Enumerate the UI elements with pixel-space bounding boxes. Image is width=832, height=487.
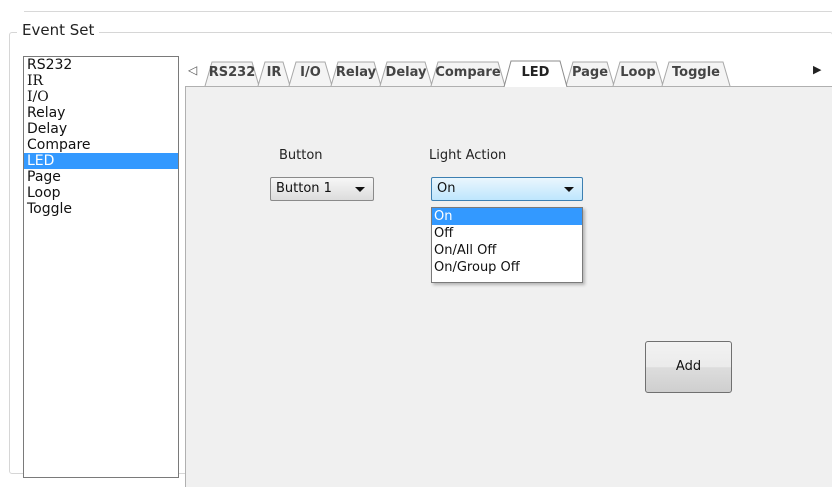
button-select-value: Button 1 bbox=[276, 181, 332, 196]
light-action-select[interactable]: On bbox=[431, 177, 583, 201]
list-item-rs232[interactable]: RS232 bbox=[24, 57, 178, 73]
option-on-group-off[interactable]: On/Group Off bbox=[432, 259, 582, 276]
tab-loop[interactable]: Loop bbox=[612, 61, 664, 86]
light-action-select-value: On bbox=[437, 181, 456, 196]
tab-page[interactable]: Page bbox=[565, 61, 615, 86]
list-item-page[interactable]: Page bbox=[24, 169, 178, 185]
triangle-left-icon[interactable]: ◁ bbox=[188, 63, 197, 77]
led-tab-panel bbox=[185, 86, 832, 487]
option-on[interactable]: On bbox=[432, 208, 582, 225]
tab-compare[interactable]: Compare bbox=[430, 61, 506, 86]
chevron-down-icon bbox=[355, 187, 365, 192]
tab-strip: ◁ RS232 IR I/O Relay Delay Compare Page … bbox=[185, 60, 832, 87]
list-item-compare[interactable]: Compare bbox=[24, 137, 178, 153]
tab-delay[interactable]: Delay bbox=[379, 61, 433, 86]
list-item-relay[interactable]: Relay bbox=[24, 105, 178, 121]
button-select[interactable]: Button 1 bbox=[270, 177, 374, 201]
triangle-right-icon[interactable]: ▶ bbox=[813, 63, 821, 76]
light-action-label: Light Action bbox=[429, 148, 507, 163]
top-divider bbox=[24, 11, 832, 12]
list-item-led[interactable]: LED bbox=[24, 153, 178, 169]
event-list[interactable]: RS232 IR I/O Relay Delay Compare LED Pag… bbox=[23, 56, 179, 478]
add-button[interactable]: Add bbox=[645, 341, 732, 393]
list-item-ir[interactable]: IR bbox=[24, 73, 178, 89]
option-off[interactable]: Off bbox=[432, 225, 582, 242]
list-item-loop[interactable]: Loop bbox=[24, 185, 178, 201]
tab-rs232[interactable]: RS232 bbox=[204, 61, 260, 86]
tab-io[interactable]: I/O bbox=[288, 61, 333, 86]
tab-relay[interactable]: Relay bbox=[330, 61, 382, 86]
tab-ir[interactable]: IR bbox=[257, 61, 291, 86]
list-item-io[interactable]: I/O bbox=[24, 89, 178, 105]
tab-toggle[interactable]: Toggle bbox=[661, 61, 731, 86]
list-item-delay[interactable]: Delay bbox=[24, 121, 178, 137]
option-on-all-off[interactable]: On/All Off bbox=[432, 242, 582, 259]
group-title: Event Set bbox=[17, 21, 100, 39]
button-label: Button bbox=[279, 148, 323, 163]
light-action-dropdown: On Off On/All Off On/Group Off bbox=[431, 207, 583, 283]
tab-led[interactable]: LED bbox=[503, 60, 568, 87]
list-item-toggle[interactable]: Toggle bbox=[24, 201, 178, 217]
chevron-down-icon bbox=[564, 187, 574, 192]
